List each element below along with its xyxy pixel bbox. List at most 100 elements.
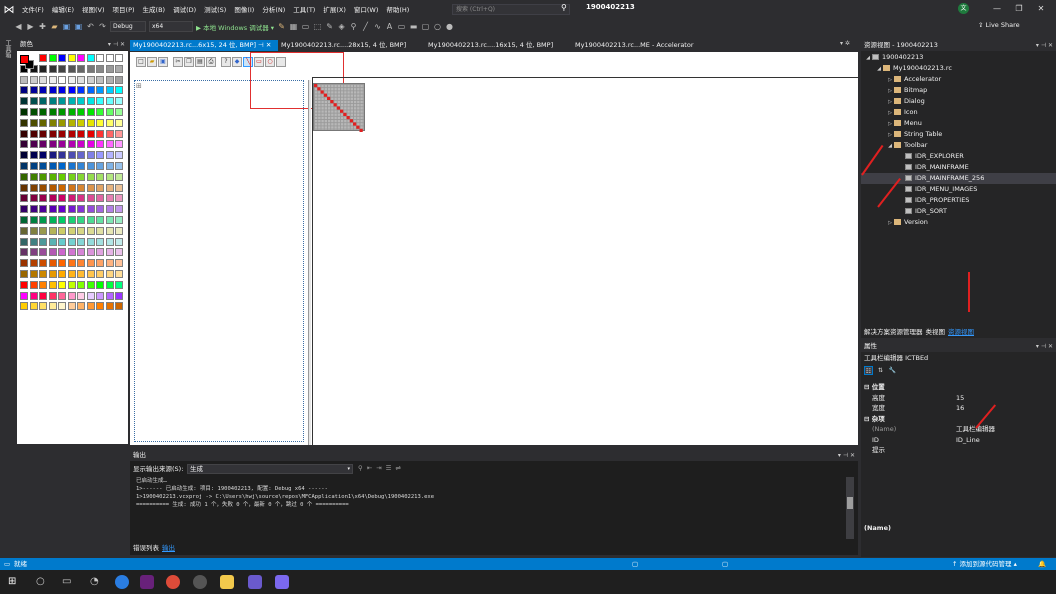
panel-tab[interactable]: 类视图 [926, 328, 946, 336]
filled-ellipse-icon[interactable]: ● [445, 22, 454, 31]
color-swatch[interactable] [86, 151, 95, 160]
color-swatch[interactable] [20, 129, 28, 138]
color-swatch[interactable] [96, 108, 104, 116]
color-swatch[interactable] [67, 97, 76, 106]
color-swatch[interactable] [67, 129, 76, 138]
color-swatch[interactable] [29, 259, 38, 268]
color-swatch[interactable] [39, 108, 47, 116]
color-swatch[interactable] [105, 118, 114, 127]
menu-item[interactable]: 生成(B) [139, 4, 170, 14]
color-swatch[interactable] [77, 259, 85, 268]
save-file-icon[interactable]: ▣ [158, 57, 168, 67]
menu-item[interactable]: 文件(F) [18, 4, 48, 14]
color-swatch[interactable] [67, 248, 76, 257]
color-swatch[interactable] [86, 172, 95, 181]
app-icon[interactable] [193, 575, 207, 589]
color-swatch[interactable] [96, 54, 104, 62]
color-swatch[interactable] [115, 226, 123, 235]
color-swatch[interactable] [77, 216, 85, 224]
fg-bg-color-indicator[interactable] [20, 55, 34, 69]
color-swatch[interactable] [39, 140, 47, 149]
color-swatch[interactable] [39, 270, 47, 278]
color-swatch[interactable] [115, 64, 123, 73]
app-icon[interactable]: ◔ [90, 575, 104, 589]
color-swatch[interactable] [77, 118, 85, 127]
color-swatch[interactable] [105, 259, 114, 268]
color-swatch[interactable] [77, 151, 85, 160]
menu-item[interactable]: 扩展(X) [319, 4, 350, 14]
color-swatch[interactable] [86, 75, 95, 84]
document-tab[interactable]: My1900402213.rc....16x15, 4 位, BMP] [425, 40, 572, 51]
select-rect-icon[interactable]: ▭ [301, 22, 310, 31]
tree-node[interactable]: ▷ String Table [861, 129, 1056, 140]
alphabetical-icon[interactable]: ⇅ [876, 366, 885, 375]
color-swatch[interactable] [86, 226, 95, 235]
color-swatch[interactable] [67, 64, 76, 73]
color-swatch[interactable] [48, 194, 57, 203]
color-swatch[interactable] [115, 75, 123, 84]
color-swatch[interactable] [105, 270, 114, 278]
color-swatch[interactable] [105, 183, 114, 192]
color-swatch[interactable] [115, 86, 123, 95]
pixel-editor-canvas[interactable] [312, 77, 858, 445]
property-row[interactable]: 宽度 16 [861, 403, 1056, 413]
color-swatch[interactable] [39, 172, 47, 181]
color-swatch[interactable] [29, 205, 38, 214]
color-swatch[interactable] [96, 216, 104, 224]
color-swatch[interactable] [77, 75, 85, 84]
color-swatch[interactable] [77, 64, 85, 73]
property-value[interactable]: 16 [956, 403, 964, 413]
color-swatch[interactable] [58, 108, 66, 116]
windows-start-icon[interactable]: ⊞ [8, 575, 22, 589]
color-swatch[interactable] [67, 75, 76, 84]
tree-node[interactable]: ◢ My1900402213.rc [861, 63, 1056, 74]
pencil-icon[interactable]: ✎ [325, 22, 334, 31]
next-message-icon[interactable]: ⇥ [376, 464, 385, 472]
color-swatch[interactable] [67, 270, 76, 278]
color-swatch[interactable] [105, 108, 114, 116]
color-swatch[interactable] [20, 118, 28, 127]
color-swatch[interactable] [96, 86, 104, 95]
menu-item[interactable]: 测试(S) [200, 4, 230, 14]
color-swatch[interactable] [39, 237, 47, 246]
bottom-tab[interactable]: 错误列表 [133, 544, 159, 552]
run-debugger-button[interactable]: ▶ 本地 Windows 调试器 ▾ [196, 22, 274, 32]
color-swatch[interactable] [58, 259, 66, 268]
color-swatch[interactable] [39, 162, 47, 170]
color-swatch[interactable] [115, 291, 123, 300]
color-swatch[interactable] [96, 172, 104, 181]
color-swatch[interactable] [29, 248, 38, 257]
menu-item[interactable]: 工具(T) [289, 4, 319, 14]
color-swatch[interactable] [96, 205, 104, 214]
color-swatch[interactable] [105, 216, 114, 224]
rounded-rect-icon[interactable]: ▢ [421, 22, 430, 31]
color-swatch[interactable] [58, 226, 66, 235]
color-swatch[interactable] [29, 237, 38, 246]
property-category[interactable]: ⊟ 杂项 [861, 414, 1056, 424]
color-swatch[interactable] [67, 151, 76, 160]
color-swatch[interactable] [58, 280, 66, 289]
color-swatch[interactable] [20, 205, 28, 214]
color-swatch[interactable] [29, 226, 38, 235]
tree-node[interactable]: ▷ Icon [861, 107, 1056, 118]
pin-icon[interactable]: ▾ ⊣ ✕ [1036, 341, 1053, 352]
color-swatch[interactable] [77, 194, 85, 203]
color-swatch[interactable] [105, 194, 114, 203]
tree-node[interactable]: ▷ Bitmap [861, 85, 1056, 96]
menu-item[interactable]: 视图(V) [78, 4, 109, 14]
color-swatch[interactable] [58, 183, 66, 192]
color-swatch[interactable] [67, 162, 76, 170]
tree-node[interactable]: IDR_MAINFRAME_256 [861, 173, 1056, 184]
open-folder-icon[interactable]: ▰ [50, 22, 59, 31]
properties-subject[interactable]: 工具栏编辑器 ICTBEd [861, 353, 1056, 363]
color-swatch[interactable] [48, 302, 57, 311]
color-swatch[interactable] [48, 183, 57, 192]
color-swatch[interactable] [48, 54, 57, 62]
menu-item[interactable]: 项目(P) [109, 4, 139, 14]
platform-select[interactable]: x64 [149, 21, 193, 32]
color-swatch[interactable] [86, 291, 95, 300]
tree-node[interactable]: ▷ Menu [861, 118, 1056, 129]
color-swatch[interactable] [105, 75, 114, 84]
color-swatch[interactable] [115, 140, 123, 149]
menu-item[interactable]: 图像(I) [230, 4, 258, 14]
